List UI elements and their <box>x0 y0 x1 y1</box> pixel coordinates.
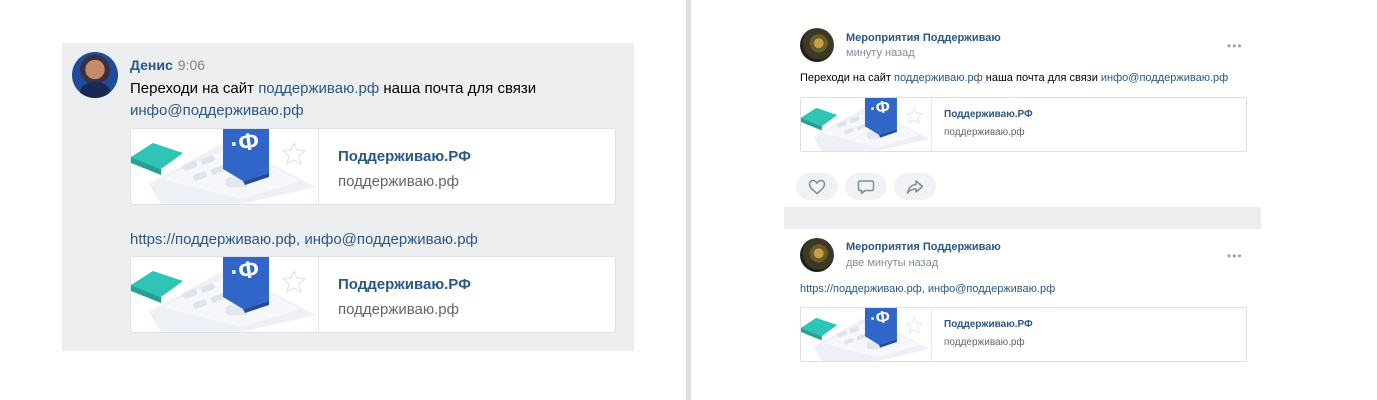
more-options-icon[interactable]: ••• <box>1227 249 1243 263</box>
message-text-middle: наша почта для связи <box>379 80 537 97</box>
avatar[interactable] <box>72 52 118 98</box>
link-preview-card[interactable]: Поддерживаю.РФ поддерживаю.рф <box>130 256 616 333</box>
message-author[interactable]: Денис <box>130 57 173 73</box>
link-preview-card[interactable]: Поддерживаю.РФ поддерживаю.рф <box>800 97 1247 152</box>
heart-icon <box>808 179 826 194</box>
card-title[interactable]: Поддерживаю.РФ <box>944 109 1033 120</box>
more-options-icon[interactable]: ••• <box>1227 39 1243 53</box>
card-domain: поддерживаю.рф <box>944 127 1025 138</box>
post-author[interactable]: Мероприятия Поддерживаю <box>846 241 1001 253</box>
card-domain: поддерживаю.рф <box>338 301 459 318</box>
comment-icon <box>857 179 875 194</box>
post-text-middle: наша почта для связи <box>982 72 1101 84</box>
post-avatar[interactable] <box>800 238 834 272</box>
share-button[interactable] <box>894 173 936 200</box>
preview-thumbnail <box>131 129 319 204</box>
panel-divider <box>686 0 691 400</box>
post-text: Переходи на сайт поддерживаю.рф наша поч… <box>800 71 1270 85</box>
message-header: Денис 9:06 <box>130 57 205 74</box>
post-time[interactable]: минуту назад <box>846 47 915 59</box>
email-link[interactable]: инфо@поддерживаю.рф <box>1101 72 1228 84</box>
post-time[interactable]: две минуты назад <box>846 257 938 269</box>
link-preview-card[interactable]: Поддерживаю.РФ поддерживаю.рф <box>800 307 1247 362</box>
card-title[interactable]: Поддерживаю.РФ <box>944 319 1033 330</box>
preview-thumbnail <box>131 257 319 332</box>
post-text-prefix: Переходи на сайт <box>800 72 894 84</box>
card-title[interactable]: Поддерживаю.РФ <box>338 148 471 165</box>
message-panel: Денис 9:06 Переходи на сайт поддерживаю.р… <box>62 43 634 351</box>
link-preview-card[interactable]: Поддерживаю.РФ поддерживаю.рф <box>130 128 616 205</box>
card-domain: поддерживаю.рф <box>944 337 1025 348</box>
message-second-text[interactable]: https://поддерживаю.рф, инфо@поддерживаю… <box>130 229 610 251</box>
comment-button[interactable] <box>845 173 887 200</box>
preview-thumbnail <box>801 98 932 151</box>
message-text: Переходи на сайт поддерживаю.рф наша поч… <box>130 78 610 122</box>
message-time[interactable]: 9:06 <box>178 57 205 73</box>
message-text-prefix: Переходи на сайт <box>130 80 259 97</box>
email-link[interactable]: инфо@поддерживаю.рф <box>130 102 304 119</box>
card-domain: поддерживаю.рф <box>338 173 459 190</box>
share-icon <box>906 179 924 194</box>
card-title[interactable]: Поддерживаю.РФ <box>338 276 471 293</box>
preview-thumbnail <box>801 308 932 361</box>
site-link[interactable]: поддерживаю.рф <box>894 72 983 84</box>
post-author[interactable]: Мероприятия Поддерживаю <box>846 32 1001 44</box>
like-button[interactable] <box>796 173 838 200</box>
post-avatar[interactable] <box>800 28 834 62</box>
site-link[interactable]: поддерживаю.рф <box>258 80 379 97</box>
feed-separator <box>784 207 1261 229</box>
post-text[interactable]: https://поддерживаю.рф, инфо@поддерживаю… <box>800 282 1270 296</box>
